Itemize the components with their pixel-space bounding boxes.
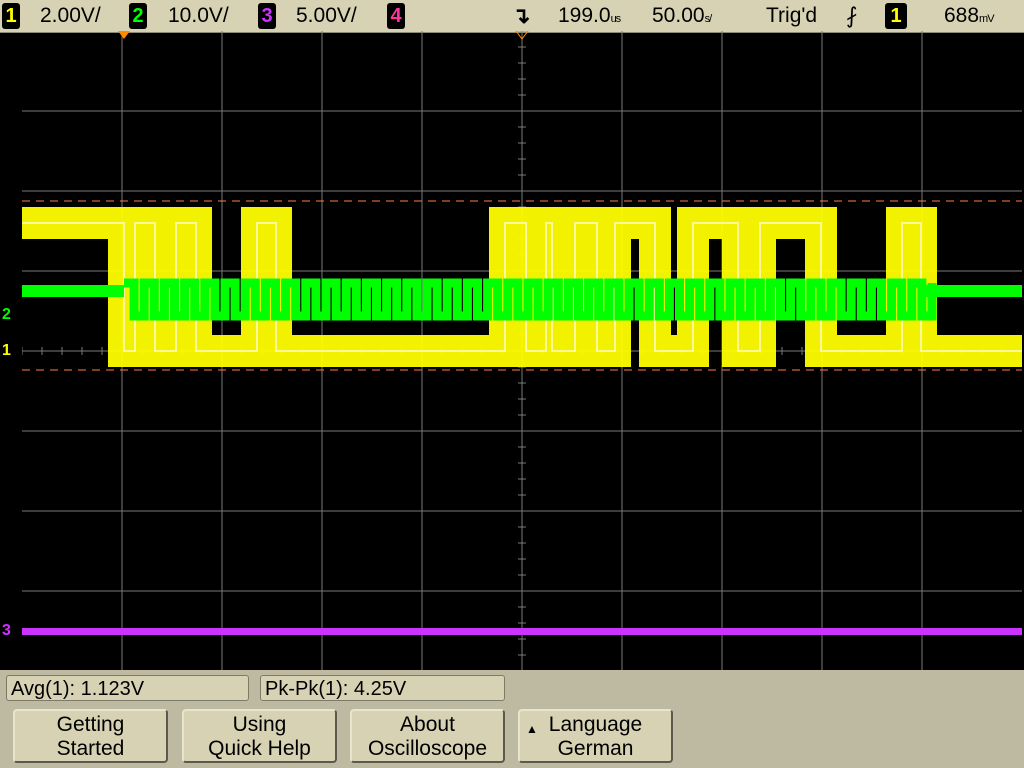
quick-help-button[interactable]: Using Quick Help [182, 709, 337, 763]
waveform-display[interactable] [22, 31, 1022, 670]
channel-1-scale[interactable]: 2.00V/ [40, 0, 101, 32]
softkey-label: About [400, 713, 455, 736]
softkey-label: Getting [56, 713, 125, 736]
trigger-level[interactable]: 688mV [944, 0, 995, 32]
channel-3-indicator[interactable]: 3 [258, 3, 276, 29]
softkey-label: Oscilloscope [367, 737, 488, 760]
waveform-canvas [22, 31, 1022, 670]
trigger-delay-icon: ↴ [512, 3, 531, 28]
about-oscilloscope-button[interactable]: About Oscilloscope [350, 709, 505, 763]
trigger-source[interactable]: 1 [885, 3, 907, 29]
trigger-status: Trig'd [766, 4, 818, 27]
channel-3-scale[interactable]: 5.00V/ [296, 0, 357, 32]
trigger-position-marker [118, 31, 130, 39]
softkey-label: German [557, 737, 634, 760]
softkey-label: Quick Help [208, 737, 311, 760]
channel-1-indicator[interactable]: 1 [2, 3, 20, 29]
channel-2-idle [22, 285, 124, 297]
channel-4-indicator[interactable]: 4 [387, 3, 405, 29]
channel-2-ground-marker[interactable]: 2 [2, 306, 11, 324]
softkey-label: Started [56, 737, 125, 760]
getting-started-button[interactable]: Getting Started [13, 709, 168, 763]
softkey-label: Language [548, 713, 643, 736]
channel-2-indicator[interactable]: 2 [129, 3, 147, 29]
softkey-label: Using [232, 713, 287, 736]
channel-1-ground-marker[interactable]: 1 [2, 342, 11, 360]
language-button[interactable]: ▲ Language German [518, 709, 673, 763]
channel-3-ground-marker[interactable]: 3 [2, 622, 11, 640]
channel-2-scale[interactable]: 10.0V/ [168, 0, 229, 32]
measurement-peak-to-peak[interactable]: Pk-Pk(1): 4.25V [260, 675, 505, 701]
channel-2-trace [124, 278, 937, 321]
time-delay[interactable]: 199.0us [558, 0, 621, 32]
status-bar: 1 2.00V/ 2 10.0V/ 3 5.00V/ 4 ↴ 199.0us 5… [0, 0, 1024, 33]
falling-edge-icon: ⨏ [846, 3, 858, 28]
up-triangle-icon: ▲ [526, 722, 538, 736]
time-scale[interactable]: 50.00s/ [652, 0, 712, 32]
channel-3-trace [22, 628, 1022, 635]
measurement-average[interactable]: Avg(1): 1.123V [6, 675, 249, 701]
